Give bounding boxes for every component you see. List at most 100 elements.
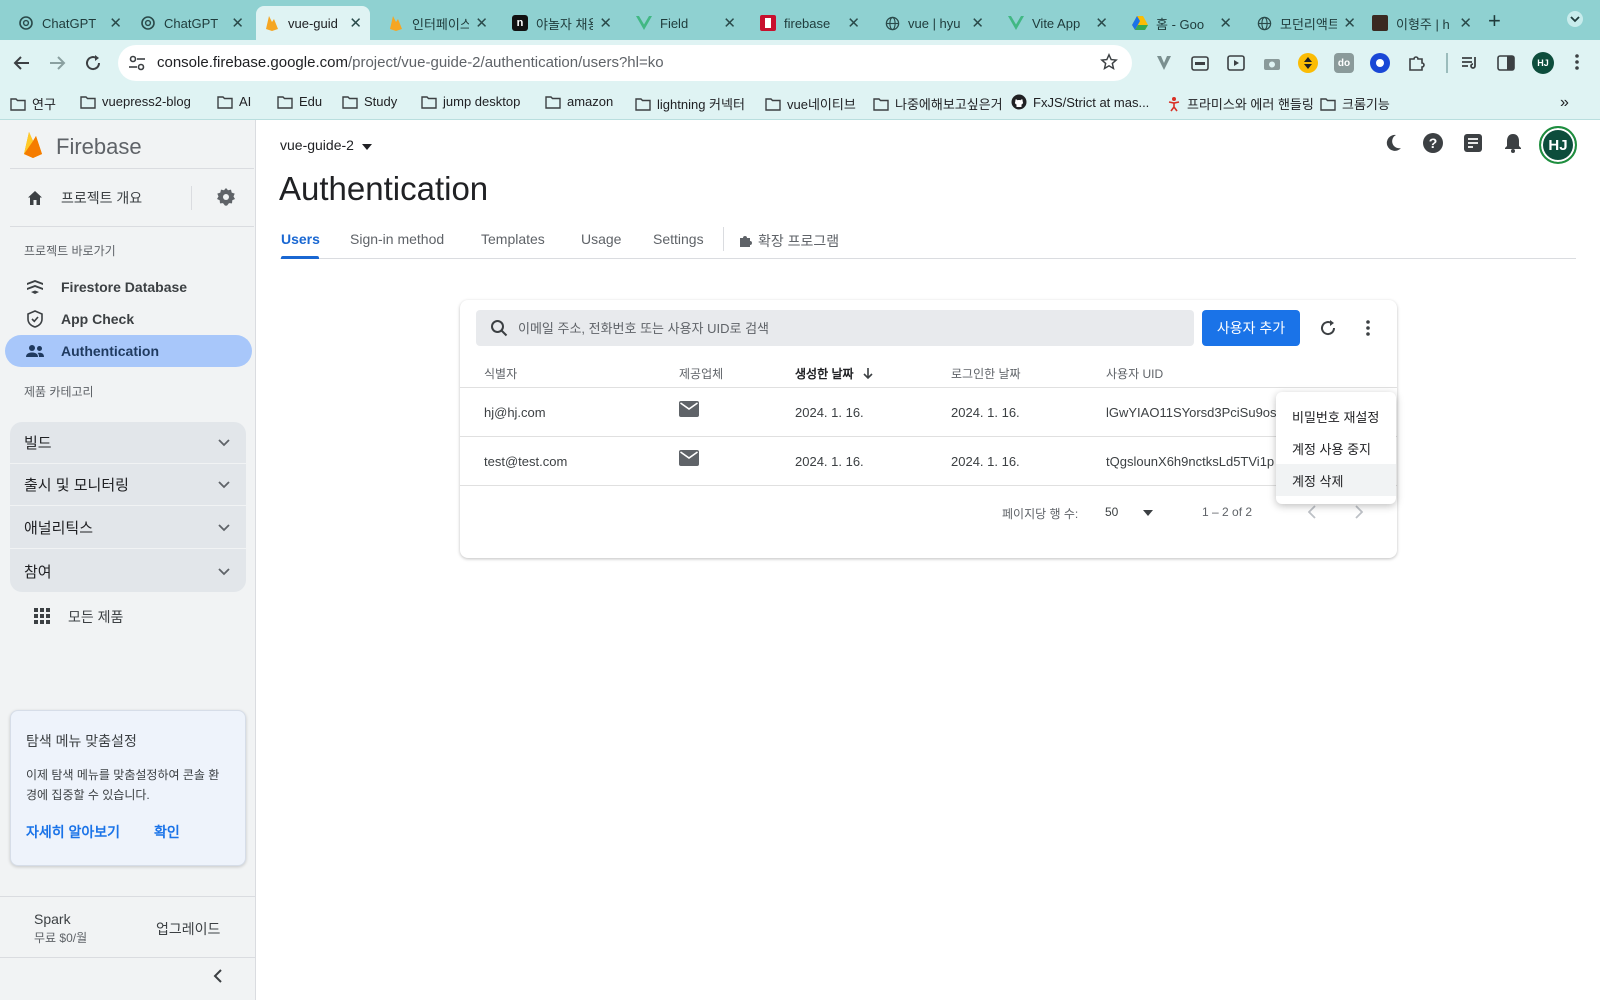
close-tab-icon[interactable]: ✕ bbox=[231, 14, 244, 32]
browser-tab[interactable]: Vite App ✕ bbox=[1000, 6, 1116, 40]
dark-mode-icon[interactable] bbox=[1382, 132, 1404, 154]
bookmark-folder[interactable]: AI bbox=[217, 94, 251, 109]
bookmark-folder[interactable]: 나중에해보고싶은거 bbox=[873, 94, 1003, 113]
search-input[interactable] bbox=[518, 320, 1158, 336]
promo-ok-button[interactable]: 확인 bbox=[154, 822, 180, 842]
bookmark-link[interactable]: 프라미스와 에러 핸들링 bbox=[1167, 94, 1314, 113]
bookmark-star-icon[interactable] bbox=[1100, 53, 1118, 76]
bookmark-folder[interactable]: Edu bbox=[277, 94, 322, 109]
close-tab-icon[interactable]: ✕ bbox=[1343, 14, 1356, 32]
menu-item-reset-password[interactable]: 비밀번호 재설정 bbox=[1276, 400, 1396, 432]
bookmark-folder[interactable]: lightning 커넥터 bbox=[635, 94, 745, 113]
browser-tab[interactable]: 이형주 | h ✕ bbox=[1364, 6, 1480, 40]
refresh-icon[interactable] bbox=[1318, 318, 1338, 338]
collapse-sidebar-icon[interactable] bbox=[213, 968, 223, 989]
sidebar-item-project-overview[interactable]: 프로젝트 개요 bbox=[5, 182, 190, 214]
sidebar-item-authentication[interactable]: Authentication bbox=[5, 335, 252, 367]
player-extension-icon[interactable] bbox=[1226, 53, 1246, 73]
close-tab-icon[interactable]: ✕ bbox=[971, 14, 984, 32]
browser-profile-avatar[interactable]: HJ bbox=[1532, 52, 1554, 74]
browser-tab[interactable]: n 야놀자 채용 ✕ bbox=[504, 6, 620, 40]
browser-tab[interactable]: firebase ✕ bbox=[752, 6, 868, 40]
category-release-monitor[interactable]: 출시 및 모니터링 bbox=[10, 464, 246, 506]
close-tab-icon[interactable]: ✕ bbox=[847, 14, 860, 32]
help-icon[interactable]: ? bbox=[1422, 132, 1444, 154]
site-settings-icon[interactable] bbox=[128, 55, 146, 76]
bookmark-folder[interactable]: amazon bbox=[545, 94, 613, 109]
tab-sign-in-method[interactable]: Sign-in method bbox=[350, 231, 444, 247]
new-tab-button[interactable]: + bbox=[1488, 8, 1501, 34]
category-build[interactable]: 빌드 bbox=[10, 422, 246, 464]
close-tab-icon[interactable]: ✕ bbox=[599, 14, 612, 32]
media-controls-icon[interactable] bbox=[1460, 53, 1480, 73]
back-icon[interactable] bbox=[11, 52, 33, 74]
sidebar-item-app-check[interactable]: App Check bbox=[5, 303, 252, 335]
tab-templates[interactable]: Templates bbox=[481, 231, 545, 247]
user-search-box[interactable] bbox=[476, 310, 1194, 346]
table-row[interactable]: hj@hj.com 2024. 1. 16. 2024. 1. 16. lGwY… bbox=[460, 388, 1397, 437]
account-avatar[interactable]: HJ bbox=[1539, 126, 1577, 164]
browser-tab[interactable]: ChatGPT ✕ bbox=[10, 6, 130, 40]
more-options-icon[interactable] bbox=[1358, 318, 1378, 338]
column-signed-in[interactable]: 로그인한 날짜 bbox=[951, 365, 1021, 382]
bookmark-folder[interactable]: vue네이티브 bbox=[765, 94, 856, 113]
next-page-icon[interactable] bbox=[1350, 503, 1368, 521]
bookmark-folder[interactable]: Study bbox=[342, 94, 397, 109]
category-engage[interactable]: 참여 bbox=[10, 550, 246, 592]
bookmark-folder[interactable]: vuepress2-blog bbox=[80, 94, 191, 109]
close-tab-icon[interactable]: ✕ bbox=[1095, 14, 1108, 32]
table-row[interactable]: test@test.com 2024. 1. 16. 2024. 1. 16. … bbox=[460, 437, 1397, 486]
browser-tab[interactable]: Field ✕ bbox=[628, 6, 744, 40]
all-products-link[interactable]: 모든 제품 bbox=[34, 607, 123, 627]
browser-tab-active[interactable]: vue-guid ✕ bbox=[256, 6, 370, 40]
swap-extension-icon[interactable] bbox=[1298, 53, 1318, 73]
close-tab-icon[interactable]: ✕ bbox=[1459, 14, 1472, 32]
settings-gear-icon[interactable] bbox=[216, 187, 236, 212]
close-tab-icon[interactable]: ✕ bbox=[349, 14, 362, 32]
release-notes-icon[interactable] bbox=[1462, 132, 1484, 154]
menu-item-disable-account[interactable]: 계정 사용 중지 bbox=[1276, 432, 1396, 464]
vuetify-extension-icon[interactable] bbox=[1154, 53, 1174, 73]
project-selector[interactable]: vue-guide-2 bbox=[280, 137, 372, 153]
sidebar-item-firestore[interactable]: Firestore Database bbox=[5, 271, 252, 303]
learn-more-link[interactable]: 자세히 알아보기 bbox=[26, 822, 120, 842]
bookmark-folder[interactable]: 크롬기능 bbox=[1320, 94, 1390, 113]
tab-extensions[interactable]: 확장 프로그램 bbox=[739, 231, 839, 251]
notifications-bell-icon[interactable] bbox=[1502, 132, 1524, 154]
column-identifier[interactable]: 식별자 bbox=[484, 365, 517, 382]
forward-icon[interactable] bbox=[46, 52, 68, 74]
reload-icon[interactable] bbox=[82, 52, 104, 74]
bookmark-link[interactable]: FxJS/Strict at mas... bbox=[1011, 94, 1149, 110]
browser-tab[interactable]: ChatGPT ✕ bbox=[132, 6, 252, 40]
side-panel-icon[interactable] bbox=[1496, 53, 1516, 73]
browser-tab[interactable]: 인터페이스 ✕ bbox=[380, 6, 496, 40]
tab-settings[interactable]: Settings bbox=[653, 231, 704, 247]
do-extension-icon[interactable]: do bbox=[1334, 53, 1354, 73]
browser-tab[interactable]: vue | hyu ✕ bbox=[876, 6, 992, 40]
column-created[interactable]: 생성한 날짜 bbox=[795, 365, 873, 382]
firebase-logo[interactable]: Firebase bbox=[22, 130, 142, 163]
bookmark-folder[interactable]: jump desktop bbox=[421, 94, 520, 109]
prev-page-icon[interactable] bbox=[1303, 503, 1321, 521]
menu-item-delete-account[interactable]: 계정 삭제 bbox=[1276, 464, 1396, 496]
tab-users[interactable]: Users bbox=[281, 231, 320, 247]
close-tab-icon[interactable]: ✕ bbox=[475, 14, 488, 32]
extensions-puzzle-icon[interactable] bbox=[1406, 53, 1426, 73]
close-tab-icon[interactable]: ✕ bbox=[723, 14, 736, 32]
desk-extension-icon[interactable] bbox=[1190, 53, 1210, 73]
blue-extension-icon[interactable] bbox=[1370, 53, 1390, 73]
close-tab-icon[interactable]: ✕ bbox=[1219, 14, 1232, 32]
cell-uid[interactable]: lGwYIAO11SYorsd3PciSu9osc bbox=[1106, 405, 1276, 420]
upgrade-button[interactable]: 업그레이드 bbox=[156, 919, 220, 939]
tab-search-icon[interactable] bbox=[1566, 10, 1584, 28]
rows-per-page-select[interactable]: 50 bbox=[1105, 505, 1153, 519]
close-tab-icon[interactable]: ✕ bbox=[109, 14, 122, 32]
bookmark-folder[interactable]: 연구 bbox=[10, 94, 56, 113]
add-user-button[interactable]: 사용자 추가 bbox=[1202, 310, 1300, 346]
category-analytics[interactable]: 애널리틱스 bbox=[10, 507, 246, 549]
browser-menu-icon[interactable] bbox=[1574, 53, 1580, 76]
cell-uid[interactable]: tQgslounX6h9nctksLd5TVi1p bbox=[1106, 454, 1276, 469]
browser-tab[interactable]: 모던리액트 ✕ bbox=[1248, 6, 1364, 40]
more-bookmarks-icon[interactable]: » bbox=[1560, 94, 1569, 112]
browser-tab[interactable]: 홈 - Goo ✕ bbox=[1124, 6, 1240, 40]
